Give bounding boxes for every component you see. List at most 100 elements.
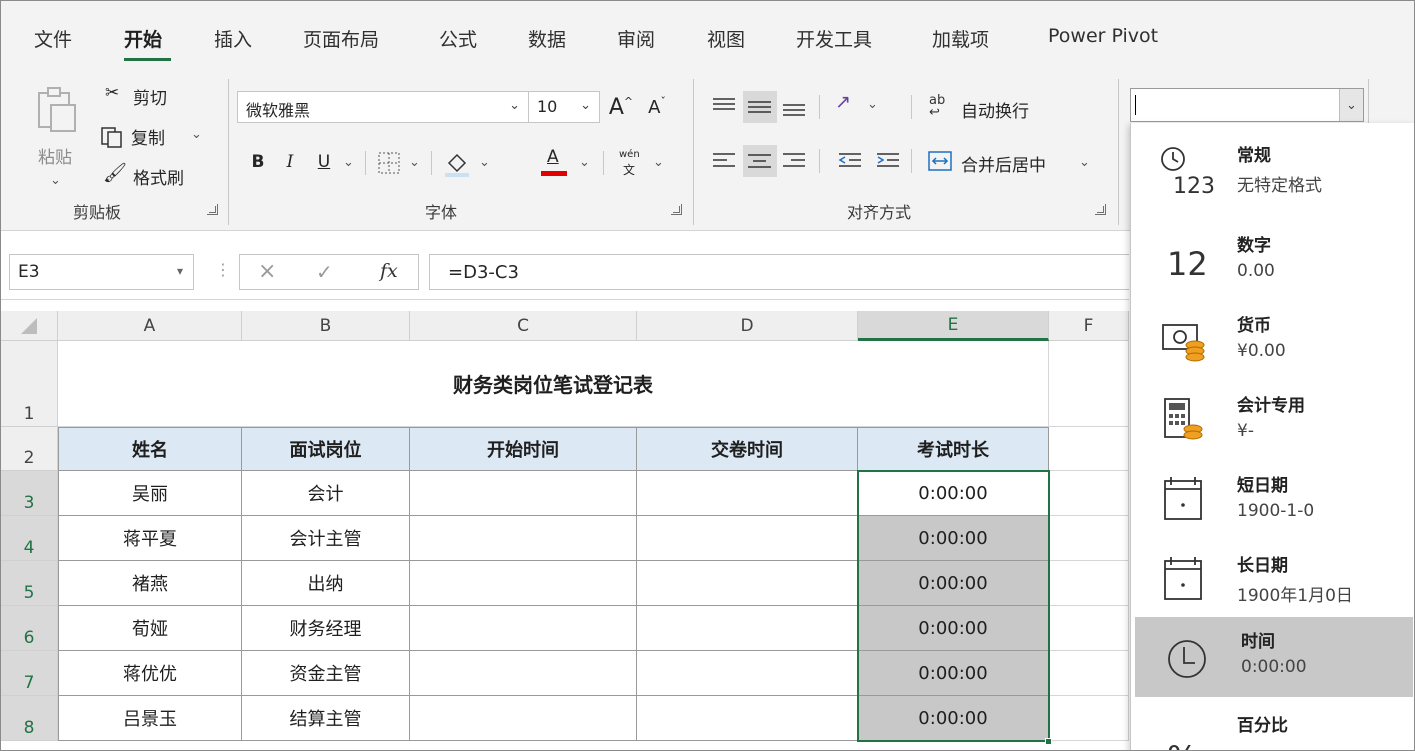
cell-start-time[interactable] <box>410 471 637 516</box>
decrease-indent-icon[interactable] <box>835 145 867 175</box>
cell-start-time[interactable] <box>410 561 637 606</box>
grow-font-button[interactable]: A ^ <box>603 91 639 123</box>
tab-data[interactable]: 数据 <box>528 25 566 52</box>
font-color-button[interactable]: A <box>539 145 569 179</box>
cell-f7[interactable] <box>1049 651 1129 696</box>
row-header-3[interactable]: 3 <box>1 471 58 516</box>
tab-insert[interactable]: 插入 <box>214 25 252 52</box>
fill-handle[interactable] <box>1045 738 1052 745</box>
cell-f2[interactable] <box>1049 427 1129 471</box>
cell-name[interactable]: 吴丽 <box>58 471 242 516</box>
alignment-launcher-icon[interactable] <box>1095 204 1106 215</box>
wrap-text-button[interactable]: ab ↩ 自动换行 <box>929 91 1059 123</box>
underline-button[interactable]: U <box>311 147 337 177</box>
cut-button[interactable]: ✂ 剪切 <box>101 83 221 111</box>
format-option-currency[interactable]: 货币 ¥0.00 <box>1131 301 1414 381</box>
format-option-long-date[interactable]: 长日期 1900年1月0日 <box>1131 541 1414 621</box>
insert-function-icon[interactable]: fx <box>380 260 398 282</box>
tab-view[interactable]: 视图 <box>707 25 745 52</box>
cell-duration-active[interactable]: 0:00:00 <box>858 471 1049 516</box>
cell-start-time[interactable] <box>410 651 637 696</box>
font-name-combo[interactable]: 微软雅黑 ⌄ <box>237 91 529 123</box>
merge-center-button[interactable]: 合并后居中 ⌄ <box>927 145 1097 177</box>
row-header-4[interactable]: 4 <box>1 516 58 561</box>
row-header-6[interactable]: 6 <box>1 606 58 651</box>
cell-f4[interactable] <box>1049 516 1129 561</box>
tab-review[interactable]: 审阅 <box>617 25 655 52</box>
column-header-a[interactable]: A <box>58 311 242 341</box>
italic-button[interactable]: I <box>277 147 303 177</box>
increase-indent-icon[interactable] <box>873 145 905 175</box>
cell-name[interactable]: 蒋平夏 <box>58 516 242 561</box>
tab-page-layout[interactable]: 页面布局 <box>303 25 379 52</box>
cell-end-time[interactable] <box>637 561 858 606</box>
format-option-accounting[interactable]: 会计专用 ¥- <box>1131 381 1414 461</box>
name-box[interactable]: E3 ▾ <box>9 254 194 290</box>
chevron-down-icon[interactable]: ⌄ <box>653 155 664 170</box>
cell-name[interactable]: 吕景玉 <box>58 696 242 741</box>
drag-handle-icon[interactable]: ⋮ <box>215 260 231 279</box>
cell-position[interactable]: 结算主管 <box>242 696 410 741</box>
phonetic-guide-button[interactable]: wén 文 <box>617 149 653 179</box>
header-cell-position[interactable]: 面试岗位 <box>242 427 410 471</box>
format-option-time[interactable]: 时间 0:00:00 <box>1135 617 1413 697</box>
cell-position[interactable]: 出纳 <box>242 561 410 606</box>
header-cell-duration[interactable]: 考试时长 <box>858 427 1049 471</box>
cell-f1[interactable] <box>1049 341 1129 427</box>
copy-button[interactable]: 复制 ⌄ <box>99 123 219 151</box>
font-size-combo[interactable]: 10 ⌄ <box>528 91 600 123</box>
format-option-general[interactable]: 123 常规 无特定格式 <box>1131 131 1414 211</box>
enter-check-icon[interactable]: ✓ <box>316 260 333 284</box>
chevron-down-icon[interactable]: ⌄ <box>479 155 490 170</box>
cell-end-time[interactable] <box>637 516 858 561</box>
cell-start-time[interactable] <box>410 696 637 741</box>
chevron-down-icon[interactable]: ⌄ <box>343 155 354 170</box>
chevron-down-icon[interactable]: ⌄ <box>1339 89 1363 121</box>
row-header-7[interactable]: 7 <box>1 651 58 696</box>
cell-start-time[interactable] <box>410 516 637 561</box>
cell-name[interactable]: 荀娅 <box>58 606 242 651</box>
cell-end-time[interactable] <box>637 606 858 651</box>
align-left-icon[interactable] <box>709 145 741 175</box>
tab-add-ins[interactable]: 加载项 <box>932 25 989 52</box>
cell-start-time[interactable] <box>410 606 637 651</box>
column-header-f[interactable]: F <box>1049 311 1129 341</box>
column-header-e[interactable]: E <box>858 311 1049 341</box>
cell-end-time[interactable] <box>637 651 858 696</box>
row-header-5[interactable]: 5 <box>1 561 58 606</box>
header-cell-start[interactable]: 开始时间 <box>410 427 637 471</box>
chevron-down-icon[interactable]: ⌄ <box>867 97 878 112</box>
chevron-down-icon[interactable]: ⌄ <box>579 155 590 170</box>
align-middle-button[interactable] <box>743 91 777 123</box>
tab-formulas[interactable]: 公式 <box>439 25 477 52</box>
cell-name[interactable]: 蒋优优 <box>58 651 242 696</box>
column-header-b[interactable]: B <box>242 311 410 341</box>
format-option-number[interactable]: 12 数字 0.00 <box>1131 221 1414 301</box>
align-top-icon[interactable] <box>709 91 741 121</box>
cell-f5[interactable] <box>1049 561 1129 606</box>
tab-file[interactable]: 文件 <box>34 25 72 52</box>
format-option-percent[interactable]: % 百分比 <box>1131 701 1414 750</box>
row-header-1[interactable]: 1 <box>1 341 58 427</box>
orientation-icon[interactable]: ↗ <box>835 91 851 113</box>
paste-button[interactable]: 粘贴 ⌄ <box>21 81 91 191</box>
align-right-icon[interactable] <box>779 145 811 175</box>
fill-color-icon[interactable] <box>441 147 473 179</box>
align-center-button[interactable] <box>743 145 777 177</box>
font-launcher-icon[interactable] <box>671 204 682 215</box>
format-painter-button[interactable]: 🖌 格式刷 <box>101 161 221 189</box>
clipboard-launcher-icon[interactable] <box>207 204 218 215</box>
row-header-2[interactable]: 2 <box>1 427 58 471</box>
cell-f8[interactable] <box>1049 696 1129 741</box>
row-header-8[interactable]: 8 <box>1 696 58 741</box>
formula-input[interactable]: =D3-C3 <box>429 254 1129 290</box>
cell-position[interactable]: 财务经理 <box>242 606 410 651</box>
cell-f3[interactable] <box>1049 471 1129 516</box>
cell-f6[interactable] <box>1049 606 1129 651</box>
borders-icon[interactable] <box>377 151 403 175</box>
cell-end-time[interactable] <box>637 471 858 516</box>
number-format-combo[interactable]: ⌄ <box>1130 88 1364 122</box>
cell-position[interactable]: 资金主管 <box>242 651 410 696</box>
align-bottom-icon[interactable] <box>779 91 811 121</box>
cell-duration[interactable]: 0:00:00 <box>858 606 1049 651</box>
